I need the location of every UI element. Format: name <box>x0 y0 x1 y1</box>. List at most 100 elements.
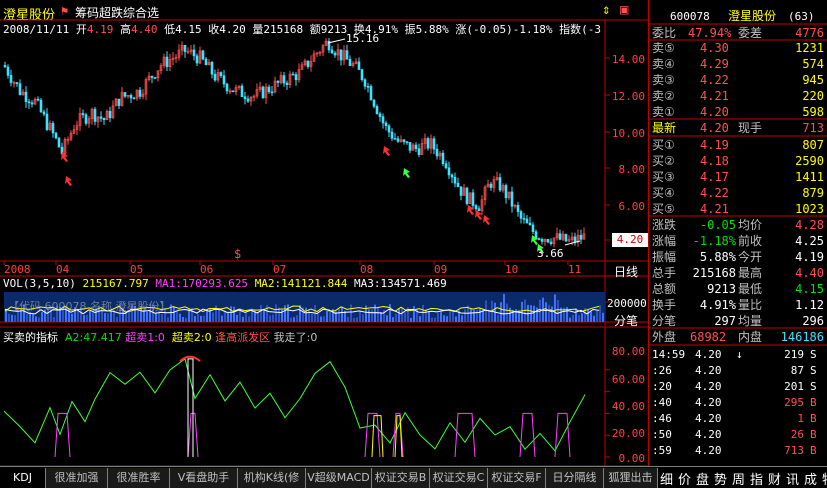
indicator-tab[interactable]: 很准胜率 <box>108 468 170 488</box>
ind-y-tick: 60.00 <box>611 373 645 386</box>
indicator-tab[interactable]: 日分隔线 <box>546 468 604 488</box>
side-tab[interactable]: 指 <box>750 469 763 488</box>
stat-value: 4.91% <box>699 298 736 312</box>
tick-price: 4.20 <box>695 364 722 377</box>
candle-body <box>414 144 418 149</box>
price-chart[interactable] <box>0 0 650 466</box>
candle-body <box>192 49 196 57</box>
candle-body <box>549 241 553 244</box>
volume-bar <box>341 306 343 322</box>
indicator-tab[interactable]: 权证交易F <box>488 468 546 488</box>
sell-volume: 220 <box>802 89 824 103</box>
indicator-tab[interactable]: 权证交易B <box>372 468 430 488</box>
volume-bar <box>473 309 475 322</box>
buy-price: 4.22 <box>700 186 729 200</box>
volume-bar <box>422 304 424 322</box>
neipan-value: 146186 <box>780 330 824 344</box>
volume-bar <box>593 315 595 322</box>
y-tick: 14.00 <box>611 53 645 66</box>
candle-body <box>129 94 133 99</box>
side-header: 600078 澄星股份 (63) <box>650 9 827 24</box>
stat-row: 分笔 297 均量 296 <box>650 314 827 329</box>
candle-body <box>18 83 22 95</box>
vol-unit: 分笔 <box>614 314 639 328</box>
volume-bar <box>26 313 28 322</box>
candle-body <box>489 183 493 188</box>
volume-bar <box>446 316 448 322</box>
stat-row: 换手 4.91% 量比 1.12 <box>650 298 827 313</box>
stat-label: 涨跌 <box>652 218 677 232</box>
side-tab[interactable]: 盘 <box>696 469 709 488</box>
volume-bar <box>275 304 277 322</box>
side-tab[interactable]: 势 <box>714 469 727 488</box>
buy-row: 买③ 4.17 1411 <box>650 170 827 185</box>
candle-body <box>81 113 85 116</box>
indicator-tab[interactable]: V超级MACD <box>306 468 372 488</box>
tick-row: :50 4.20 26 B <box>650 427 827 443</box>
candle-body <box>384 122 388 127</box>
stat-label: 均量 <box>738 314 763 328</box>
stat-value: 5.88% <box>699 250 736 264</box>
candle-body <box>291 73 295 76</box>
side-tab[interactable]: 特 <box>822 469 827 488</box>
y-tick: 10.00 <box>611 127 645 140</box>
candle-body <box>6 66 10 76</box>
x-tick: 07 <box>273 263 287 276</box>
weibi-label: 委比 <box>652 26 677 40</box>
stat-label: 涨幅 <box>652 234 677 248</box>
waipan-row: 外盘 68982 内盘 146186 <box>650 330 827 345</box>
stat-value: 4.40 <box>795 266 824 280</box>
stat-value: 4.19 <box>795 250 824 264</box>
candle-body <box>330 49 334 54</box>
volume-bar <box>479 308 481 322</box>
candle-body <box>474 205 478 210</box>
stat-row: 总手 215168 最高 4.40 <box>650 266 827 281</box>
volume-bar <box>602 312 604 322</box>
indicator-tab[interactable]: 很准加强 <box>46 468 108 488</box>
weibi-value: 47.94% <box>688 26 732 40</box>
side-tab[interactable]: 价 <box>678 469 691 488</box>
volume-bar <box>230 306 232 322</box>
volume-bar <box>476 309 478 322</box>
candle-body <box>396 138 400 142</box>
buy-volume: 807 <box>802 138 824 152</box>
tick-price: 4.20 <box>695 380 722 393</box>
candle-body <box>204 58 208 66</box>
indicator-tab-bar: KDJ 很准加强 很准胜率 V看盘助手 机构K线(修 V超级MACD 权证交易B 权证交易C 权… <box>0 466 827 488</box>
indicator-tab[interactable]: 权证交易C <box>430 468 488 488</box>
candle-body <box>525 218 529 224</box>
tick-time: :46 <box>652 412 672 425</box>
indicator-tab[interactable]: KDJ <box>0 468 46 488</box>
volume-bar <box>509 307 511 322</box>
tick-time: 14:59 <box>652 348 686 361</box>
period-label[interactable]: 日线 <box>614 263 638 280</box>
side-tab[interactable]: 周 <box>732 469 745 488</box>
side-tab[interactable]: 财 <box>768 469 781 488</box>
indicator-tab[interactable]: 狐狸出击 <box>604 468 658 488</box>
tick-volume: 1 <box>797 412 804 425</box>
candle-body <box>54 132 58 139</box>
candle-body <box>42 111 46 115</box>
stat-row: 振幅 5.88% 今开 4.19 <box>650 250 827 265</box>
volume-bar <box>179 313 181 322</box>
sell-label: 卖② <box>652 89 675 103</box>
indicator-tab[interactable]: 机构K线(修 <box>238 468 306 488</box>
vol-overlay-text: 【代码 600078 名称 澄星股份】 <box>8 300 171 313</box>
latest-label: 最新 <box>652 121 677 135</box>
volume-bar <box>521 301 523 322</box>
indicator-tab[interactable]: V看盘助手 <box>170 468 238 488</box>
volume-bar <box>185 317 187 322</box>
chaomai2-value: 超卖2:0 <box>171 331 212 344</box>
candle-body <box>573 236 577 243</box>
latest-row: 最新 4.20 现手 713 <box>650 121 827 136</box>
side-tab[interactable]: 细 <box>660 469 673 488</box>
side-tab[interactable]: 成 <box>804 469 817 488</box>
tick-price: 4.20 <box>695 444 722 457</box>
volume-bar <box>290 317 292 322</box>
side-tab[interactable]: 讯 <box>786 469 799 488</box>
volume-bar <box>257 312 259 322</box>
volume-bar <box>53 317 55 322</box>
volume-bar <box>434 317 436 322</box>
fengao-label: 逢高派发区 <box>215 331 271 344</box>
stat-value: 297 <box>714 314 736 328</box>
